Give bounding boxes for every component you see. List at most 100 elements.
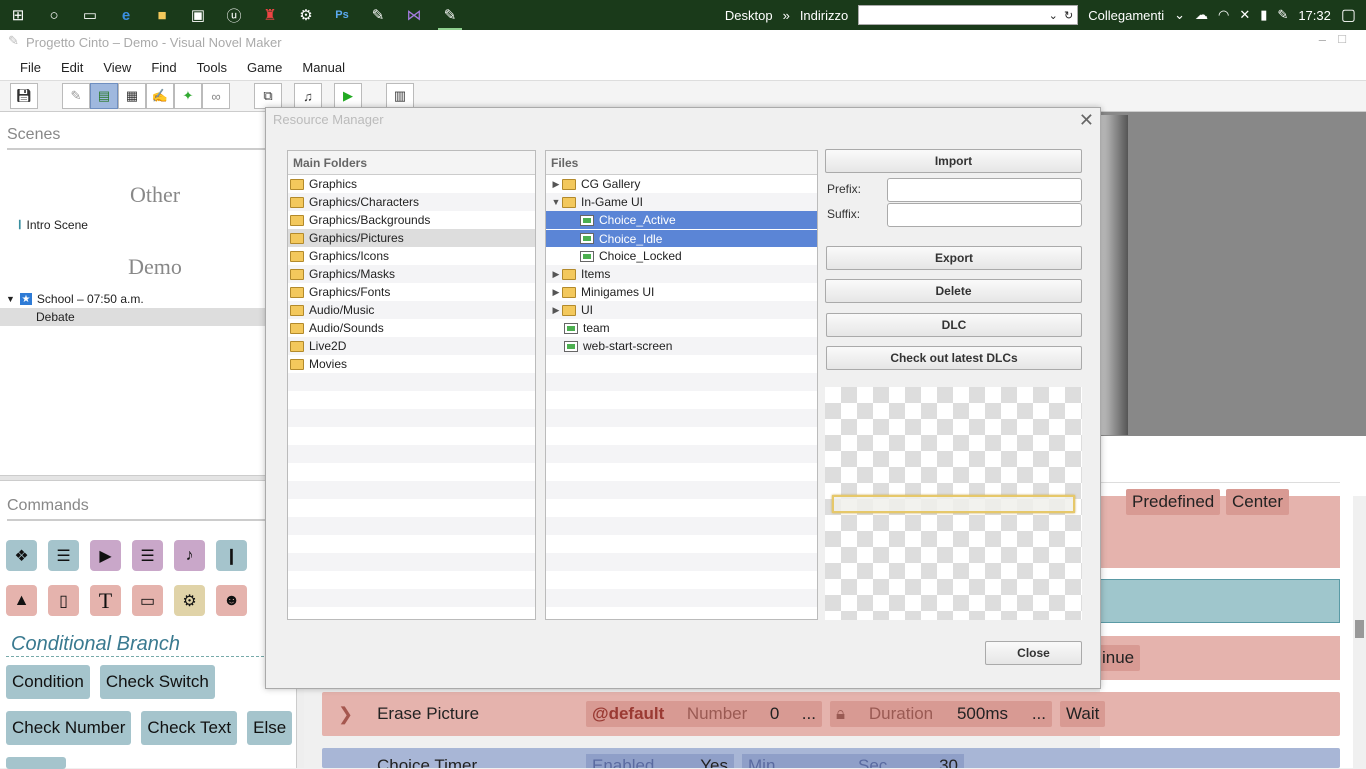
scrollbar-thumb[interactable] <box>1355 620 1364 638</box>
play-icon[interactable]: ▶ <box>334 83 362 109</box>
sound-icon[interactable]: ❙ <box>216 540 247 571</box>
face-icon[interactable]: ☻ <box>216 585 247 616</box>
delete-button[interactable]: Delete <box>825 279 1082 303</box>
folder-item[interactable]: Graphics/Fonts <box>288 283 535 301</box>
clock[interactable]: 17:32 <box>1298 8 1331 23</box>
pane-splitter[interactable] <box>0 475 300 481</box>
scene-item-debate[interactable]: Debate <box>0 308 266 326</box>
ellipsis-label[interactable]: ... <box>1032 704 1046 724</box>
menu-game[interactable]: Game <box>237 60 292 75</box>
picture-number-field[interactable]: @default Number 0 ... <box>586 701 822 727</box>
enabled-field[interactable]: Enabled Yes <box>586 754 734 768</box>
sec-field[interactable]: Sec 30 <box>852 754 964 768</box>
suffix-input[interactable] <box>887 203 1082 227</box>
folder-item[interactable]: Movies <box>288 355 535 373</box>
visualstudio-icon[interactable]: ⋈ <box>396 0 432 30</box>
check-switch-button[interactable]: Check Switch <box>99 665 215 699</box>
expand-arrow-icon[interactable]: ▶ <box>550 179 562 190</box>
else-button[interactable]: Else <box>247 711 293 745</box>
command-row-erase-picture[interactable]: ❯ Erase Picture @default Number 0 ... 🔒︎… <box>322 692 1340 736</box>
continue-chip[interactable]: inue <box>1096 645 1141 671</box>
chevron-down-icon[interactable]: ⌄ <box>1174 7 1185 23</box>
folder-item[interactable]: Graphics/Backgrounds <box>288 211 535 229</box>
task-view-icon[interactable]: ▭ <box>72 0 108 30</box>
photoshop-icon[interactable]: Ps <box>324 0 360 30</box>
menu-find[interactable]: Find <box>141 60 186 75</box>
chevron-right-icon[interactable]: ❯ <box>338 704 353 725</box>
folder-item[interactable]: Graphics/Characters <box>288 193 535 211</box>
edge-icon[interactable]: e <box>108 0 144 30</box>
minimize-icon[interactable]: – <box>1319 32 1326 47</box>
resource-manager-icon[interactable]: ⧉ <box>254 83 282 109</box>
chevron-right-icon[interactable]: » <box>783 8 790 23</box>
battery-icon[interactable]: ▮ <box>1260 7 1267 23</box>
address-input[interactable]: ⌄ ↻ <box>858 5 1079 25</box>
pen-tool-icon[interactable]: ✎ <box>62 83 90 109</box>
scene-item-school[interactable]: ▼ ★ School – 07:50 a.m. <box>0 290 300 308</box>
tree-item-team[interactable]: team <box>546 319 817 337</box>
tree-item-choice-active[interactable]: Choice_Active <box>546 211 817 229</box>
predefined-chip[interactable]: Predefined <box>1126 489 1221 515</box>
command-row-show-picture[interactable]: Predefined Center <box>1100 489 1340 568</box>
center-chip[interactable]: Center <box>1226 489 1290 515</box>
picture-tool-icon[interactable]: ▤ <box>90 83 118 109</box>
tree-item-web-start-screen[interactable]: web-start-screen <box>546 337 817 355</box>
pen-tray-icon[interactable]: ✎ <box>1277 7 1288 23</box>
windows-icon[interactable]: ⊞ <box>0 0 36 30</box>
menu-file[interactable]: File <box>10 60 51 75</box>
expand-arrow-icon[interactable]: ▼ <box>6 294 15 304</box>
tree-item-in-game-ui[interactable]: ▼ In-Game UI <box>546 193 817 211</box>
scene-item-intro[interactable]: Ⅰ Intro Scene <box>0 216 300 234</box>
expand-arrow-icon[interactable]: ▶ <box>550 269 562 280</box>
condition-button[interactable]: Condition <box>6 665 90 699</box>
notification-icon[interactable]: ▢ <box>1341 5 1356 25</box>
volume-muted-icon[interactable]: ✕ <box>1239 7 1250 23</box>
command-row-choice-timer[interactable]: Choice Timer Enabled Yes Min 0 Sec 30 <box>322 748 1340 768</box>
cloud-icon[interactable]: ☁ <box>1195 7 1208 23</box>
folder-item[interactable]: Graphics/Icons <box>288 247 535 265</box>
pen-icon[interactable]: ✎ <box>360 0 396 30</box>
link-icon[interactable]: ∞ <box>202 83 230 109</box>
save-icon[interactable]: 💾︎ <box>10 83 38 109</box>
tree-item-items[interactable]: ▶ Items <box>546 265 817 283</box>
command-row-continue[interactable]: inue <box>1096 636 1340 680</box>
tree-item-ui[interactable]: ▶ UI <box>546 301 817 319</box>
text-icon[interactable]: T <box>90 585 121 616</box>
wifi-icon[interactable]: ◠ <box>1218 7 1229 23</box>
desktop-label[interactable]: Desktop <box>725 8 773 23</box>
tree-item-minigames-ui[interactable]: ▶ Minigames UI <box>546 283 817 301</box>
wait-chip[interactable]: Wait <box>1060 701 1106 727</box>
links-label[interactable]: Collegamenti <box>1088 8 1164 23</box>
menu-manual[interactable]: Manual <box>292 60 355 75</box>
menu-view[interactable]: View <box>93 60 141 75</box>
maximize-icon[interactable]: □ <box>1338 31 1346 46</box>
check-dlc-button[interactable]: Check out latest DLCs <box>826 346 1082 370</box>
close-icon[interactable]: ✕ <box>1079 110 1094 131</box>
folder-item[interactable]: Audio/Sounds <box>288 319 535 337</box>
frame-icon[interactable]: ▯ <box>48 585 79 616</box>
cortana-icon[interactable]: ○ <box>36 0 72 30</box>
check-text-button[interactable]: Check Text <box>141 711 238 745</box>
folder-item[interactable]: Graphics/Masks <box>288 265 535 283</box>
music-icon[interactable]: ♫ <box>294 83 322 109</box>
castle-icon[interactable]: ♜ <box>252 0 288 30</box>
image-icon[interactable]: ▲ <box>6 585 37 616</box>
export-button[interactable]: Export <box>826 246 1082 270</box>
scene-group-demo[interactable]: Demo <box>0 254 310 280</box>
collapse-arrow-icon[interactable]: ▼ <box>550 197 562 207</box>
puzzle-icon[interactable]: ✦ <box>174 83 202 109</box>
duration-field[interactable]: 🔒︎ Duration 500ms ... <box>830 701 1052 727</box>
chevron-down-icon[interactable]: ⌄ <box>1049 9 1058 22</box>
folder-item[interactable]: Audio/Music <box>288 301 535 319</box>
pen-icon[interactable]: ✎ <box>432 0 468 30</box>
close-button[interactable]: Close <box>985 641 1082 665</box>
tree-item-choice-locked[interactable]: Choice_Locked <box>546 247 817 265</box>
video-icon[interactable]: ▶ <box>90 540 121 571</box>
tree-item-cg-gallery[interactable]: ▶ CG Gallery <box>546 175 817 193</box>
clapper-icon[interactable]: ☰ <box>132 540 163 571</box>
list-icon[interactable]: ☰ <box>48 540 79 571</box>
script-icon[interactable]: ✍ <box>146 83 174 109</box>
speaker-icon[interactable]: ♪ <box>174 540 205 571</box>
steam-icon[interactable]: ⚙ <box>288 0 324 30</box>
scene-group-other[interactable]: Other <box>0 182 310 208</box>
